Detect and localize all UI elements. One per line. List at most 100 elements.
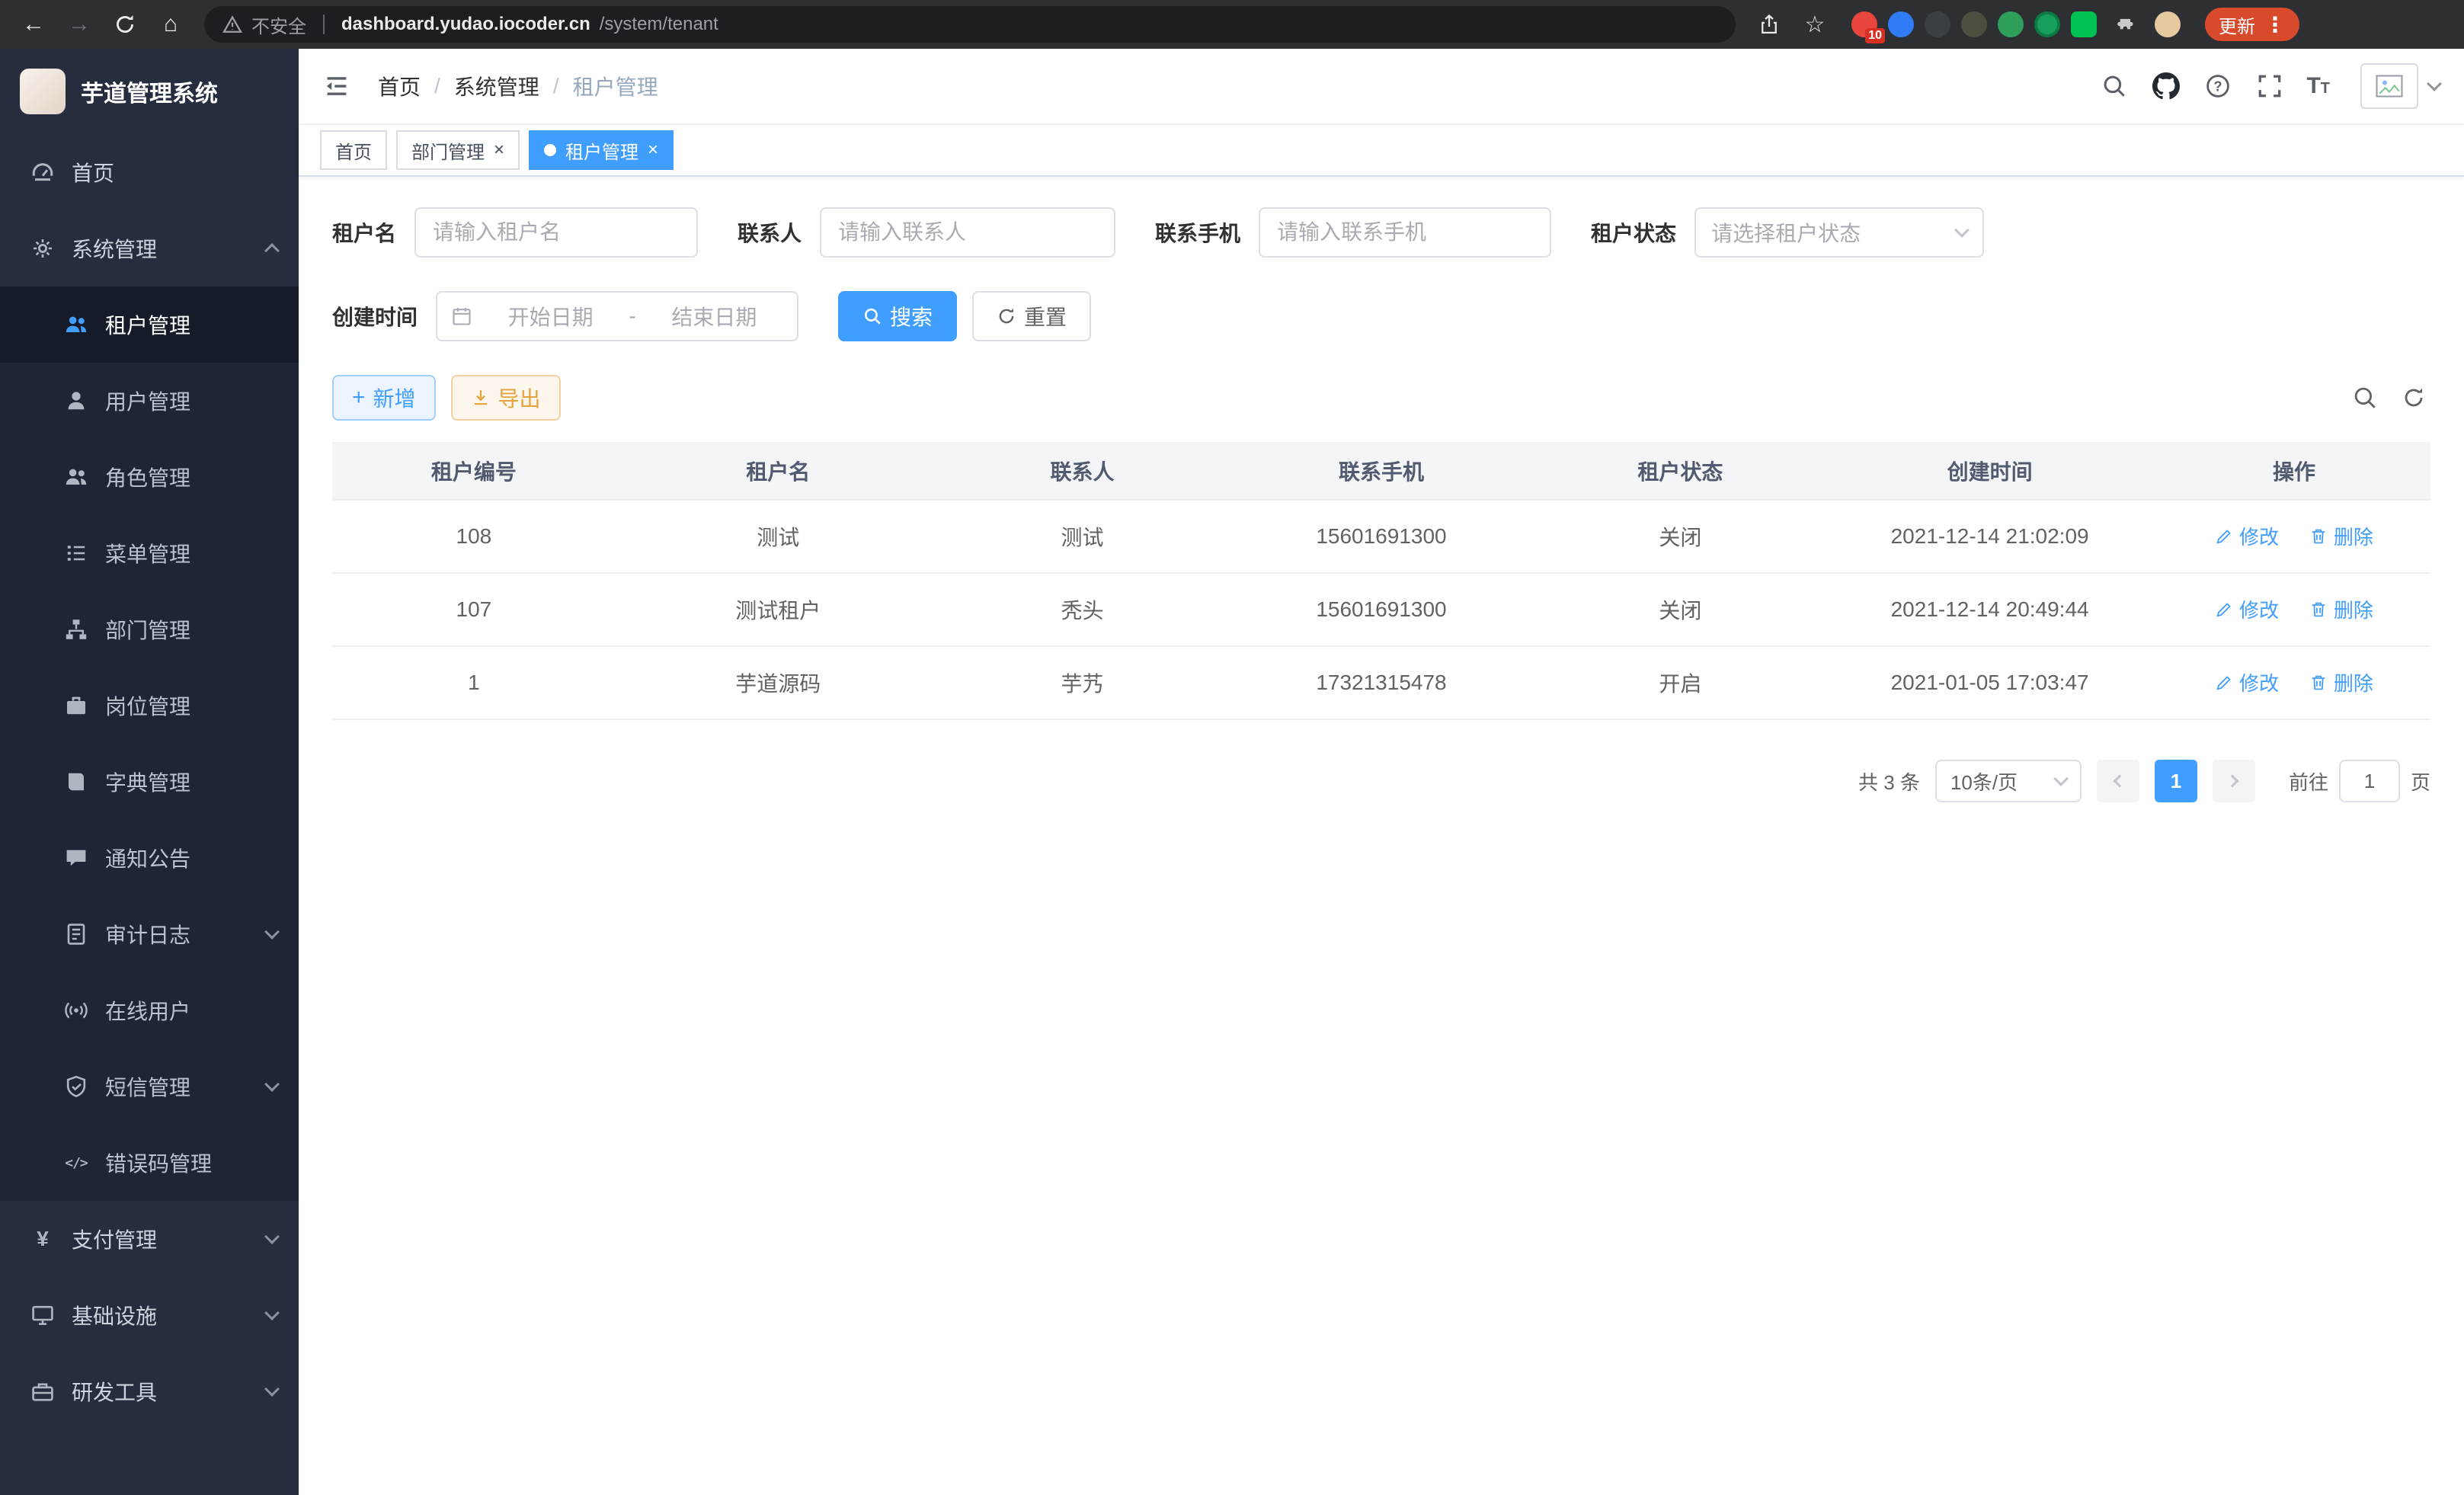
- filter-tenant-name: 租户名: [332, 207, 698, 258]
- page-number-button[interactable]: 1: [2155, 760, 2197, 802]
- browser-forward-icon[interactable]: →: [61, 6, 98, 43]
- app-frame: 芋道管理系统 首页 系统管理 租户管: [0, 49, 2464, 1495]
- table-search-icon[interactable]: [2348, 381, 2382, 415]
- user-avatar-dropdown[interactable]: [2360, 63, 2440, 109]
- sidebar-item-home[interactable]: 首页: [0, 134, 299, 210]
- extension-icon-dark-1[interactable]: [1925, 11, 1950, 37]
- url-host: dashboard.yudao.iocoder.cn: [341, 14, 590, 35]
- edit-button[interactable]: 修改: [2215, 595, 2279, 623]
- export-button[interactable]: 导出: [451, 375, 561, 421]
- user-icon: [64, 389, 88, 413]
- font-size-icon[interactable]: TT: [2306, 73, 2330, 99]
- code-icon: </>: [64, 1151, 88, 1175]
- browser-profile-avatar[interactable]: [2155, 11, 2181, 37]
- sidebar-item-sms[interactable]: 短信管理: [0, 1048, 299, 1125]
- page-size-select[interactable]: 10条/页: [1935, 760, 2082, 802]
- pagination: 共 3 条 10条/页 1 前往 页: [332, 760, 2430, 802]
- svg-text:?: ?: [2214, 78, 2222, 94]
- edit-button[interactable]: 修改: [2215, 668, 2279, 696]
- delete-button[interactable]: 删除: [2309, 595, 2373, 623]
- tab-home[interactable]: 首页: [320, 130, 387, 170]
- share-icon[interactable]: [1751, 6, 1787, 43]
- system-submenu: 租户管理 用户管理 角色管理: [0, 287, 299, 1201]
- add-button[interactable]: + 新增: [332, 375, 436, 421]
- sidebar-item-notice[interactable]: 通知公告: [0, 820, 299, 896]
- breadcrumb: 首页 / 系统管理 / 租户管理: [378, 71, 658, 101]
- sidebar-item-audit-log[interactable]: 审计日志: [0, 896, 299, 972]
- breadcrumb-home[interactable]: 首页: [378, 71, 421, 101]
- browser-reload-icon[interactable]: [107, 6, 143, 43]
- extension-icon-blue[interactable]: [1888, 11, 1914, 37]
- sidebar-item-user[interactable]: 用户管理: [0, 363, 299, 439]
- tab-tenant[interactable]: 租户管理 ×: [529, 130, 674, 170]
- start-date-placeholder: 开始日期: [482, 301, 619, 331]
- delete-button[interactable]: 删除: [2309, 668, 2373, 696]
- sidebar-item-role[interactable]: 角色管理: [0, 439, 299, 515]
- role-users-icon: [64, 465, 88, 489]
- search-button[interactable]: 搜索: [838, 291, 957, 341]
- extension-icon-green-1[interactable]: [1998, 11, 2024, 37]
- help-icon[interactable]: ?: [2203, 71, 2233, 101]
- column-header: 创建时间: [1822, 442, 2158, 500]
- mobile-input[interactable]: [1259, 207, 1551, 258]
- sidebar-item-infra[interactable]: 基础设施: [0, 1277, 299, 1353]
- edit-button[interactable]: 修改: [2215, 522, 2279, 550]
- extension-icon-chat[interactable]: [2071, 11, 2097, 37]
- plus-icon: +: [352, 386, 366, 409]
- logo-row[interactable]: 芋道管理系统: [0, 49, 299, 134]
- filter-row-1: 租户名 联系人 联系手机 租户状态 请选择租户状态: [332, 207, 2430, 258]
- delete-button[interactable]: 删除: [2309, 522, 2373, 550]
- org-tree-icon: [64, 617, 88, 642]
- sidebar-item-dept[interactable]: 部门管理: [0, 591, 299, 667]
- sidebar-item-online-users[interactable]: 在线用户: [0, 972, 299, 1048]
- sidebar-item-post[interactable]: 岗位管理: [0, 667, 299, 744]
- sidebar-item-dict[interactable]: 字典管理: [0, 744, 299, 820]
- close-icon[interactable]: ×: [494, 141, 504, 159]
- date-range-picker[interactable]: 开始日期 - 结束日期: [436, 291, 798, 341]
- address-bar[interactable]: 不安全 dashboard.yudao.iocoder.cn /system/t…: [204, 6, 1736, 43]
- avatar-image: [2360, 63, 2418, 109]
- github-icon[interactable]: [2151, 71, 2181, 101]
- close-icon[interactable]: ×: [648, 141, 658, 159]
- sidebar-item-system[interactable]: 系统管理: [0, 210, 299, 287]
- pagination-total: 共 3 条: [1858, 767, 1920, 796]
- sidebar-item-payment[interactable]: ¥ 支付管理: [0, 1201, 299, 1277]
- search-icon[interactable]: [2099, 71, 2130, 101]
- table-header-row: 租户编号 租户名 联系人 联系手机 租户状态 创建时间 操作: [332, 442, 2430, 500]
- browser-update-button[interactable]: 更新 ⋮: [2205, 8, 2299, 41]
- column-header: 租户状态: [1539, 442, 1822, 500]
- table-toolbar: + 新增 导出: [332, 375, 2430, 421]
- sidebar-item-menu[interactable]: 菜单管理: [0, 515, 299, 591]
- status-select[interactable]: 请选择租户状态: [1694, 207, 1984, 258]
- filter-row-2: 创建时间 开始日期 - 结束日期 搜索: [332, 291, 2430, 341]
- breadcrumb-separator: /: [434, 74, 440, 98]
- extension-icon-green-2[interactable]: [2034, 11, 2060, 37]
- next-page-button[interactable]: [2213, 760, 2255, 802]
- extensions-puzzle-icon[interactable]: [2107, 6, 2144, 43]
- column-header: 租户名: [616, 442, 941, 500]
- contact-input[interactable]: [820, 207, 1115, 258]
- tenant-users-icon: [64, 312, 88, 337]
- chevron-down-icon: [264, 1305, 280, 1321]
- end-date-placeholder: 结束日期: [645, 301, 783, 331]
- prev-page-button[interactable]: [2097, 760, 2139, 802]
- reset-button[interactable]: 重置: [972, 291, 1091, 341]
- browser-back-icon[interactable]: ←: [15, 6, 52, 43]
- bookmark-star-icon[interactable]: ☆: [1797, 6, 1833, 43]
- fullscreen-icon[interactable]: [2254, 71, 2285, 101]
- extension-icon-red[interactable]: 10: [1851, 11, 1877, 37]
- menu-list-icon: [64, 541, 88, 565]
- breadcrumb-system[interactable]: 系统管理: [454, 71, 539, 101]
- tenant-name-input[interactable]: [414, 207, 698, 258]
- sidebar-fold-icon[interactable]: [320, 69, 354, 103]
- browser-home-icon[interactable]: ⌂: [152, 6, 189, 43]
- browser-menu-icon[interactable]: ⋮: [2264, 12, 2286, 37]
- extension-icon-dark-2[interactable]: [1961, 11, 1987, 37]
- url-path: /system/tenant: [600, 14, 718, 35]
- sidebar-item-error-code[interactable]: </> 错误码管理: [0, 1125, 299, 1201]
- tab-dept[interactable]: 部门管理 ×: [396, 130, 520, 170]
- sidebar-item-dev-tools[interactable]: 研发工具: [0, 1353, 299, 1429]
- refresh-icon[interactable]: [2397, 381, 2430, 415]
- sidebar-item-tenant[interactable]: 租户管理: [0, 287, 299, 363]
- goto-page-input[interactable]: [2339, 760, 2400, 802]
